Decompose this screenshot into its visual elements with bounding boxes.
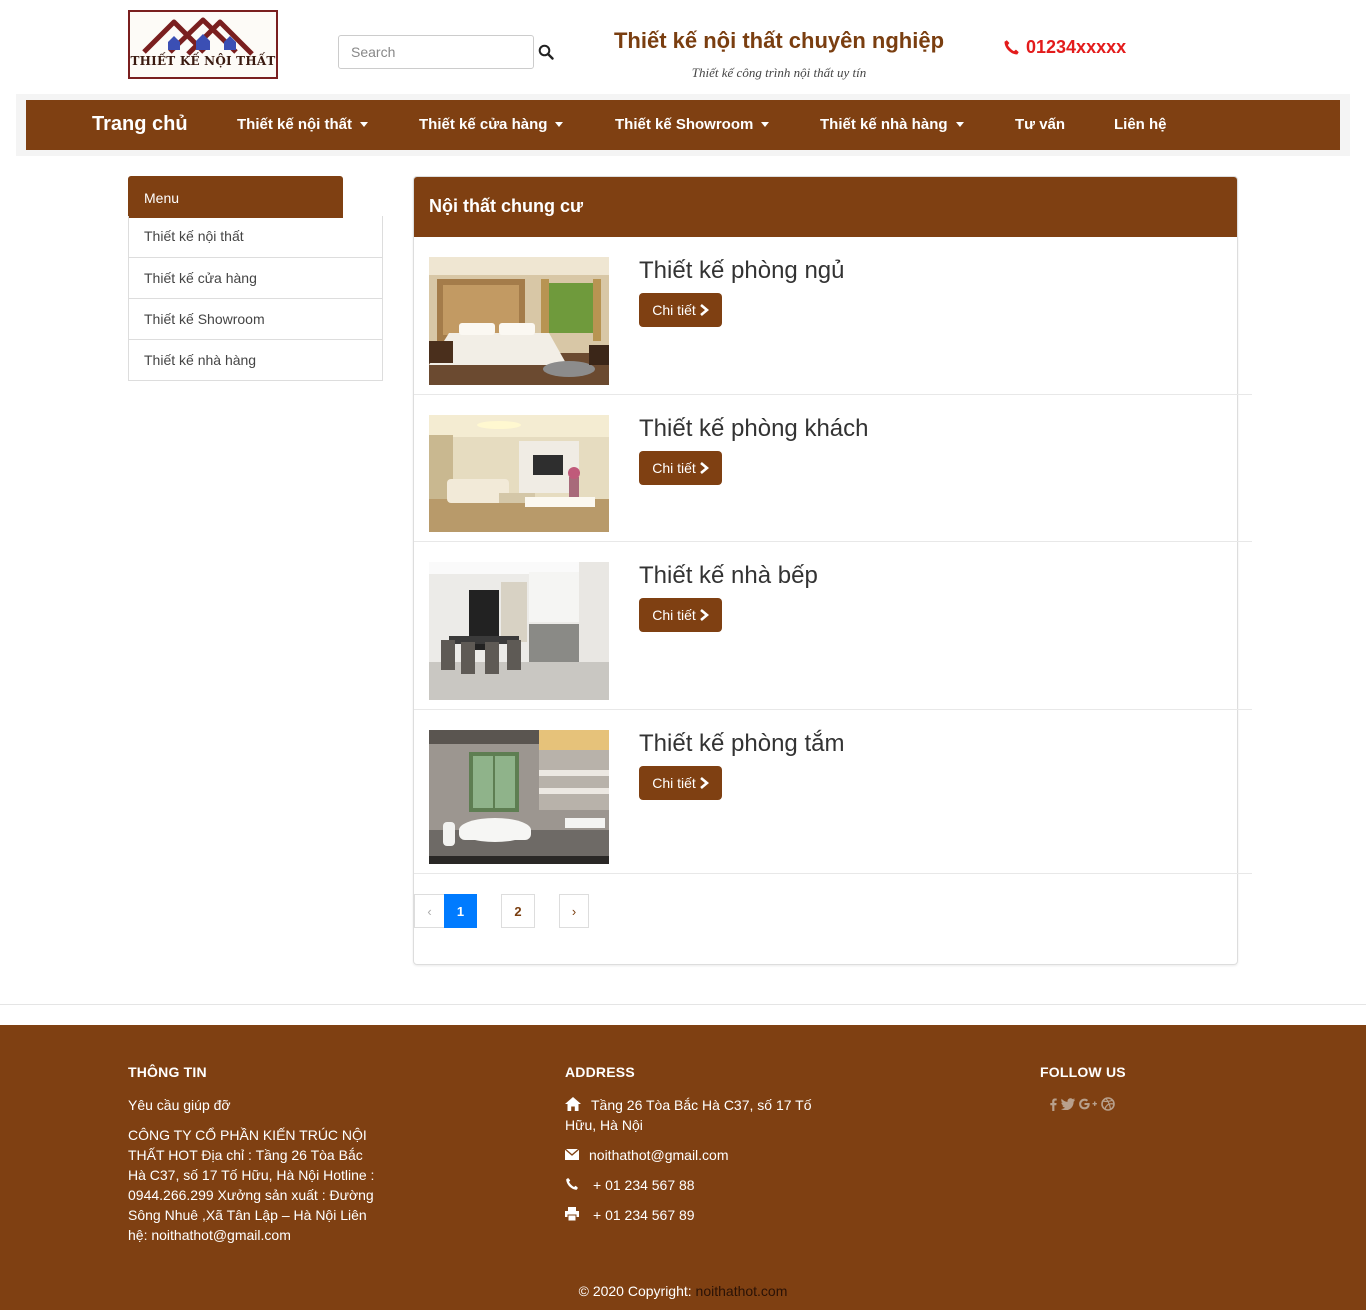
phone-icon (566, 1178, 578, 1190)
footer-company-info: CÔNG TY CỔ PHẦN KIẾN TRÚC NỘI THẤT HOT Đ… (128, 1127, 375, 1243)
bathroom-image[interactable] (429, 730, 609, 864)
footer-phone[interactable]: + 01 234 567 88 (565, 1175, 695, 1195)
site-subtitle: Thiết kế công trình nội thất uy tín (691, 65, 867, 80)
panel-title: Nội thất chung cư (414, 177, 1237, 237)
site-logo[interactable]: THIẾT KẾ NỘI THẤT (128, 10, 278, 79)
nav-item-tu-van[interactable]: Tư vấn (1015, 116, 1065, 133)
site-title: Thiết kế nội thất chuyên nghiệp (613, 28, 945, 53)
envelope-icon (564, 1148, 580, 1160)
printer-icon (565, 1207, 579, 1222)
nav-item-noi-that[interactable]: Thiết kế nội thất (237, 116, 369, 133)
search-button[interactable] (536, 43, 556, 63)
nav-item-label: Thiết kế nhà hàng (820, 116, 948, 133)
nav-item-lien-he[interactable]: Liên hệ (1114, 116, 1167, 133)
sidebar-item-cua-hang[interactable]: Thiết kế cửa hàng (129, 257, 382, 298)
detail-button[interactable]: Chi tiết (639, 598, 722, 632)
item-title[interactable]: Thiết kế phòng ngủ (639, 257, 845, 285)
nav-item-showroom[interactable]: Thiết kế Showroom (615, 116, 770, 133)
pagination-page-2[interactable]: 2 (501, 894, 535, 928)
caret-down-icon (555, 122, 564, 127)
phone-number: 01234xxxxx (1026, 36, 1127, 57)
copyright-link[interactable]: noithathot.com (696, 1283, 788, 1299)
pagination-next[interactable]: › (559, 894, 589, 928)
nav-home[interactable]: Trang chủ (92, 113, 188, 136)
detail-button[interactable]: Chi tiết (639, 766, 722, 800)
item-divider (414, 541, 1252, 542)
detail-button-label: Chi tiết (652, 460, 696, 476)
item-divider (414, 394, 1252, 395)
detail-button-label: Chi tiết (652, 775, 696, 791)
sidebar-title: Menu (128, 176, 343, 218)
nav-item-label: Thiết kế nội thất (237, 116, 353, 133)
caret-down-icon (761, 122, 770, 127)
google-plus-icon[interactable] (1079, 1098, 1097, 1110)
kitchen-image[interactable] (429, 562, 609, 700)
item-divider (414, 873, 1252, 874)
footer-location: Tầng 26 Tòa Bắc Hà C37, số 17 Tố Hữu, Hà… (565, 1095, 830, 1135)
pagination-prev[interactable]: ‹ (414, 894, 445, 928)
chevron-right-icon (699, 609, 709, 621)
nav-item-label: Liên hệ (1114, 116, 1167, 133)
twitter-icon[interactable] (1061, 1098, 1075, 1110)
chevron-right-icon (699, 462, 709, 474)
item-title[interactable]: Thiết kế nhà bếp (639, 562, 818, 590)
nav-item-label: Thiết kế Showroom (615, 116, 754, 133)
home-icon (565, 1097, 581, 1111)
pagination-page-1[interactable]: 1 (444, 894, 477, 928)
footer-location-text: Tầng 26 Tòa Bắc Hà C37, số 17 Tố Hữu, Hà… (565, 1097, 812, 1133)
chevron-right-icon (699, 304, 709, 316)
footer-address-heading: ADDRESS (565, 1064, 635, 1080)
search-icon (538, 44, 554, 60)
item-divider (414, 709, 1252, 710)
main-nav: Trang chủ Thiết kế nội thất Thiết kế cửa… (26, 100, 1340, 150)
nav-item-label: Tư vấn (1015, 116, 1066, 133)
nav-item-label: Thiết kế cửa hàng (419, 116, 548, 133)
copyright-text: © 2020 Copyright: (578, 1283, 692, 1299)
footer-fax-text: + 01 234 567 89 (593, 1207, 695, 1223)
caret-down-icon (955, 122, 964, 127)
footer-help-link[interactable]: Yêu cầu giúp đỡ (128, 1095, 231, 1115)
footer-info-heading: THÔNG TIN (128, 1064, 207, 1080)
detail-button[interactable]: Chi tiết (639, 451, 722, 485)
bedroom-image[interactable] (429, 257, 609, 385)
search-input[interactable] (338, 35, 534, 69)
footer-divider (0, 1004, 1366, 1005)
sidebar-menu: Thiết kế nội thất Thiết kế cửa hàng Thiế… (128, 216, 383, 381)
nav-item-nha-hang[interactable]: Thiết kế nhà hàng (820, 116, 964, 133)
facebook-icon[interactable] (1049, 1098, 1057, 1111)
footer-fax: + 01 234 567 89 (565, 1205, 695, 1225)
footer-phone-text: + 01 234 567 88 (593, 1177, 695, 1193)
item-title[interactable]: Thiết kế phòng tắm (639, 730, 844, 758)
nav-item-cua-hang[interactable]: Thiết kế cửa hàng (419, 116, 564, 133)
chevron-right-icon (699, 777, 709, 789)
caret-down-icon (360, 122, 369, 127)
sidebar-item-showroom[interactable]: Thiết kế Showroom (129, 298, 382, 339)
sidebar-item-nha-hang[interactable]: Thiết kế nhà hàng (129, 339, 382, 380)
copyright: © 2020 Copyright: noithathot.com (0, 1283, 1366, 1299)
living-room-image[interactable] (429, 415, 609, 532)
detail-button-label: Chi tiết (652, 607, 696, 623)
social-links (1049, 1097, 1115, 1111)
sidebar-item-noi-that[interactable]: Thiết kế nội thất (129, 216, 382, 257)
item-title[interactable]: Thiết kế phòng khách (639, 415, 869, 443)
detail-button[interactable]: Chi tiết (639, 293, 722, 327)
logo-text: THIẾT KẾ NỘI THẤT (130, 54, 276, 68)
dribbble-icon[interactable] (1101, 1097, 1115, 1111)
footer-email[interactable]: noithathot@gmail.com (564, 1145, 729, 1165)
footer-email-text: noithathot@gmail.com (589, 1147, 729, 1163)
detail-button-label: Chi tiết (652, 302, 696, 318)
phone-icon (1004, 39, 1019, 55)
footer-follow-heading: FOLLOW US (1040, 1064, 1126, 1080)
header-phone[interactable]: 01234xxxxx (1003, 35, 1126, 59)
